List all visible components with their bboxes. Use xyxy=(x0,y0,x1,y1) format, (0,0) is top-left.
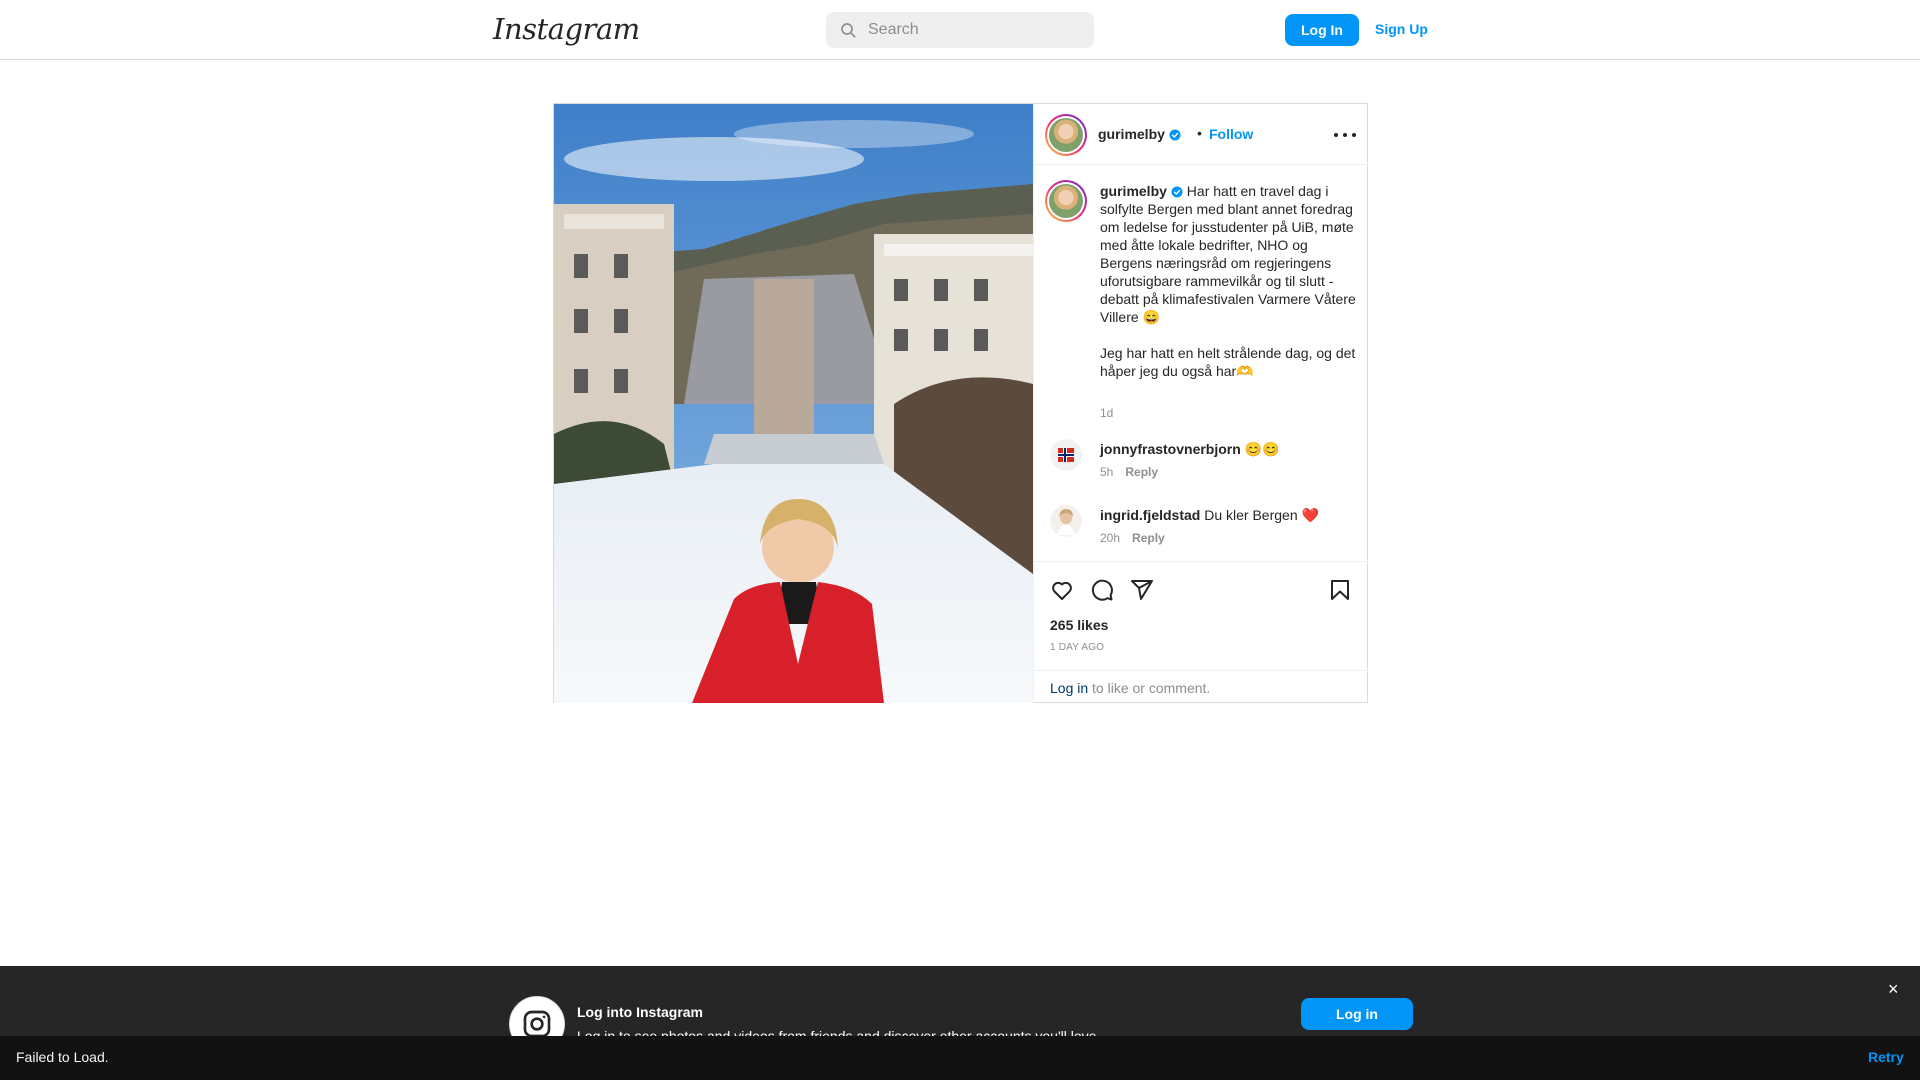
close-icon[interactable]: × xyxy=(1888,980,1899,998)
caption-avatar[interactable] xyxy=(1045,180,1087,222)
retry-button[interactable]: Retry xyxy=(1868,1049,1904,1065)
caption-time: 1d xyxy=(1100,406,1114,420)
comment-item: jonnyfrastovnerbjorn 😊😊 5h Reply xyxy=(1034,439,1368,499)
post-header: gurimelby • Follow xyxy=(1034,104,1368,165)
caption-text: Har hatt en travel dag i solfylte Bergen… xyxy=(1100,183,1356,325)
commenter-username[interactable]: jonnyfrastovnerbjorn xyxy=(1100,441,1241,457)
error-message: Failed to Load. xyxy=(16,1049,109,1065)
follow-button[interactable]: Follow xyxy=(1209,126,1253,142)
share-icon[interactable] xyxy=(1130,578,1154,602)
caption: gurimelby Har hatt en travel dag i solfy… xyxy=(1100,182,1356,380)
top-nav: Instagram Log In Sign Up xyxy=(0,0,1920,60)
search-input[interactable] xyxy=(868,21,1088,39)
more-icon[interactable] xyxy=(1334,126,1356,144)
banner-login-button[interactable]: Log in xyxy=(1301,998,1413,1030)
heart-icon[interactable] xyxy=(1050,578,1074,602)
reply-button[interactable]: Reply xyxy=(1132,531,1165,545)
search-box[interactable] xyxy=(826,12,1094,48)
comment-time: 5h xyxy=(1100,465,1114,479)
post-date: 1 DAY AGO xyxy=(1050,642,1105,653)
comment-text: Du kler Bergen ❤️ xyxy=(1204,507,1319,523)
comment-item: ingrid.fjeldstad Du kler Bergen ❤️ 20h Re… xyxy=(1034,505,1368,564)
comment-time: 20h xyxy=(1100,531,1121,545)
author-avatar[interactable] xyxy=(1045,114,1087,156)
commenter-username[interactable]: ingrid.fjeldstad xyxy=(1100,507,1200,523)
post-sidebar: gurimelby • Follow gurimelby Har hatt en… xyxy=(1033,104,1368,703)
error-bar: Failed to Load. Retry xyxy=(0,1036,1920,1080)
likes-count[interactable]: 265 likes xyxy=(1050,617,1108,633)
instagram-logo[interactable]: Instagram xyxy=(493,12,640,46)
banner-title: Log into Instagram xyxy=(577,1004,703,1020)
signup-link[interactable]: Sign Up xyxy=(1375,21,1428,37)
comments-area: gurimelby Har hatt en travel dag i solfy… xyxy=(1034,166,1368,564)
post-photo[interactable] xyxy=(554,104,1033,703)
author-username[interactable]: gurimelby xyxy=(1098,126,1165,142)
post-card: gurimelby • Follow gurimelby Har hatt en… xyxy=(553,103,1368,703)
commenter-avatar[interactable] xyxy=(1050,505,1082,537)
login-suffix: to like or comment. xyxy=(1088,680,1211,696)
action-bar xyxy=(1034,561,1368,617)
caption-username[interactable]: gurimelby xyxy=(1100,183,1167,199)
bookmark-icon[interactable] xyxy=(1328,578,1352,602)
post-image xyxy=(554,104,1033,703)
search-icon xyxy=(841,23,856,38)
login-link[interactable]: Log in xyxy=(1050,680,1088,696)
verified-icon xyxy=(1169,129,1181,141)
login-to-comment: Log in to like or comment. xyxy=(1034,670,1368,703)
comment-text: 😊😊 xyxy=(1244,441,1280,457)
commenter-avatar[interactable] xyxy=(1050,439,1082,471)
comment-icon[interactable] xyxy=(1090,578,1114,602)
verified-icon xyxy=(1171,186,1183,198)
login-button[interactable]: Log In xyxy=(1285,14,1359,46)
caption-text-2: Jeg har hatt en helt strålende dag, og d… xyxy=(1100,345,1356,379)
separator-dot: • xyxy=(1197,125,1202,141)
reply-button[interactable]: Reply xyxy=(1125,465,1158,479)
